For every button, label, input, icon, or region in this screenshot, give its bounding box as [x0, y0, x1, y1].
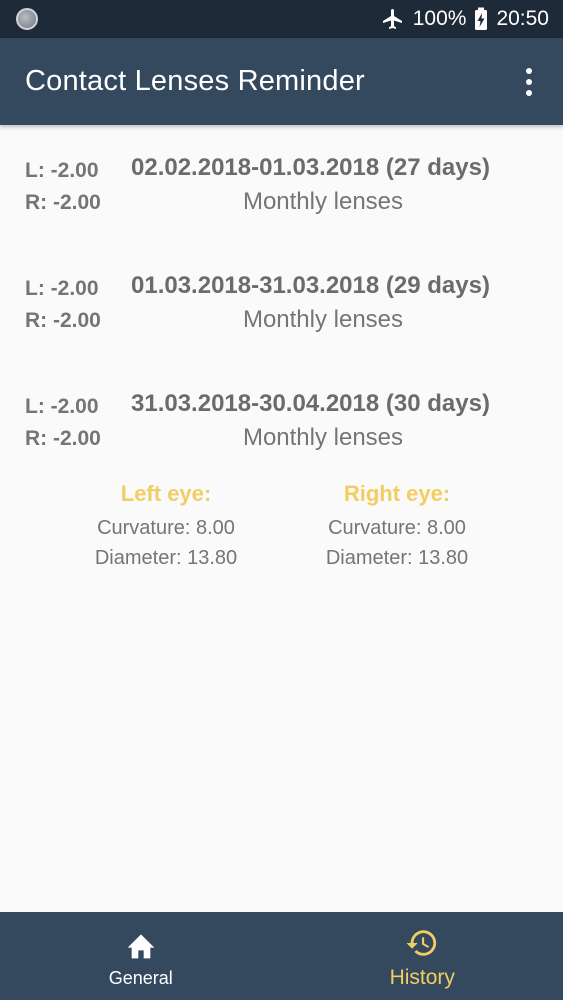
right-eye-diameter: Diameter: 13.80	[325, 547, 469, 569]
home-icon	[125, 928, 157, 962]
right-power: R: -2.00	[25, 309, 101, 332]
lens-type: Monthly lenses	[242, 188, 404, 215]
bottom-navigation: General History	[0, 912, 563, 1000]
nav-general-label: General	[108, 967, 173, 988]
clock: 20:50	[496, 7, 549, 30]
left-eye-diameter: Diameter: 13.80	[94, 547, 238, 569]
left-power: L: -2.00	[25, 159, 99, 182]
notification-icon	[16, 8, 38, 30]
left-eye-params: Left eye: Curvature: 8.00 Diameter: 13.8…	[56, 481, 276, 573]
history-entry[interactable]: L: -2.00 R: -2.00 31.03.2018-30.04.2018 …	[0, 361, 563, 451]
airplane-mode-icon	[381, 7, 405, 31]
history-entry[interactable]: L: -2.00 R: -2.00 01.03.2018-31.03.2018 …	[0, 243, 563, 333]
battery-charging-icon	[474, 7, 488, 31]
lens-type: Monthly lenses	[242, 306, 404, 333]
left-eye-title: Left eye:	[120, 481, 212, 506]
nav-general[interactable]: General	[0, 912, 282, 1000]
left-power: L: -2.00	[25, 395, 99, 418]
right-eye-title: Right eye:	[343, 481, 451, 506]
left-power: L: -2.00	[25, 277, 99, 300]
lens-type: Monthly lenses	[242, 424, 404, 451]
wear-period: 31.03.2018-30.04.2018 (30 days)	[131, 390, 490, 417]
history-entry[interactable]: L: -2.00 R: -2.00 02.02.2018-01.03.2018 …	[0, 125, 563, 215]
status-left	[16, 8, 38, 30]
wear-period: 01.03.2018-31.03.2018 (29 days)	[131, 272, 490, 299]
status-bar: 100% 20:50	[0, 0, 563, 38]
right-power: R: -2.00	[25, 427, 101, 450]
wear-period: 02.02.2018-01.03.2018 (27 days)	[131, 154, 490, 181]
nav-history[interactable]: History	[282, 912, 563, 1000]
history-icon	[405, 926, 439, 960]
nav-history-label: History	[389, 966, 455, 989]
right-eye-params: Right eye: Curvature: 8.00 Diameter: 13.…	[287, 481, 507, 573]
more-vert-icon	[526, 67, 532, 74]
battery-percent: 100%	[412, 7, 467, 30]
overflow-menu-button[interactable]	[517, 62, 541, 102]
status-right: 100% 20:50	[381, 7, 549, 31]
right-eye-curvature: Curvature: 8.00	[328, 517, 466, 539]
app-title: Contact Lenses Reminder	[25, 65, 365, 97]
app-bar: Contact Lenses Reminder	[0, 38, 563, 125]
right-power: R: -2.00	[25, 191, 101, 214]
left-eye-curvature: Curvature: 8.00	[97, 517, 235, 539]
history-list: L: -2.00 R: -2.00 02.02.2018-01.03.2018 …	[0, 125, 563, 912]
